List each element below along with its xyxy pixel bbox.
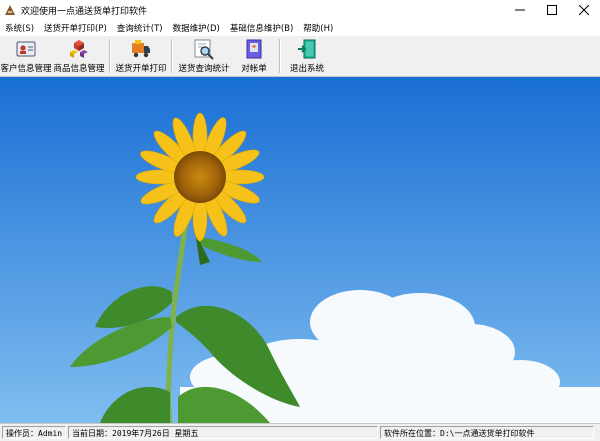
- status-date: 当前日期：2019年7月26日 星期五: [68, 426, 378, 439]
- title-bar: 欢迎使用一点通送货单打印软件: [0, 0, 600, 20]
- status-bar: 操作员：Admin 当前日期：2019年7月26日 星期五 软件所在位置：D:\…: [0, 423, 600, 441]
- menu-bar: 系统(S) 送货开单打印(P) 查询统计(T) 数据维护(D) 基础信息维护(B…: [0, 20, 600, 37]
- window-controls: [504, 0, 600, 20]
- background-image: [0, 77, 600, 423]
- close-icon: [579, 5, 589, 15]
- delivery-print-label: 送货开单打印: [115, 64, 167, 74]
- delivery-query-label: 送货查询统计: [178, 64, 230, 74]
- toolbar: 客户信息管理 商品信息管理 送货开单打印 送货查询统计 对帐单 退出系统: [0, 36, 600, 77]
- delivery-truck-icon: [132, 40, 150, 58]
- product-info-button[interactable]: 商品信息管理: [52, 36, 106, 76]
- statement-button[interactable]: 对帐单: [232, 36, 276, 76]
- exit-system-button[interactable]: 退出系统: [284, 36, 330, 76]
- toolbar-separator: [109, 39, 111, 73]
- menu-system[interactable]: 系统(S): [0, 22, 39, 34]
- window-title: 欢迎使用一点通送货单打印软件: [21, 6, 148, 17]
- maximize-icon: [547, 5, 557, 15]
- search-magnifier-icon: [194, 39, 214, 60]
- statement-label: 对帐单: [241, 64, 267, 74]
- exit-system-label: 退出系统: [289, 64, 324, 74]
- menu-help[interactable]: 帮助(H): [298, 22, 338, 34]
- status-location: 软件所在位置：D:\一点通送货单打印软件: [380, 426, 594, 439]
- minimize-button[interactable]: [504, 0, 536, 20]
- delivery-print-button[interactable]: 送货开单打印: [114, 36, 168, 76]
- menu-data-maintenance[interactable]: 数据维护(D): [168, 22, 225, 34]
- maximize-button[interactable]: [536, 0, 568, 20]
- statement-book-icon: [246, 39, 262, 59]
- menu-delivery-print[interactable]: 送货开单打印(P): [39, 22, 112, 34]
- customer-info-label: 客户信息管理: [0, 64, 52, 74]
- toolbar-separator: [279, 39, 281, 73]
- app-icon: [5, 5, 15, 15]
- minimize-icon: [515, 9, 525, 11]
- exit-door-icon: [298, 39, 316, 59]
- toolbar-separator: [171, 39, 173, 73]
- products-boxes-icon: [70, 40, 88, 58]
- sunflower-sky-image: [0, 77, 600, 423]
- customer-card-icon: [16, 41, 36, 57]
- product-info-label: 商品信息管理: [53, 64, 105, 74]
- customer-info-button[interactable]: 客户信息管理: [0, 36, 52, 76]
- close-button[interactable]: [568, 0, 600, 20]
- menu-basic-info[interactable]: 基础信息维护(B): [225, 22, 298, 34]
- menu-query-stats[interactable]: 查询统计(T): [112, 22, 168, 34]
- delivery-query-button[interactable]: 送货查询统计: [176, 36, 232, 76]
- status-operator: 操作员：Admin: [2, 426, 66, 439]
